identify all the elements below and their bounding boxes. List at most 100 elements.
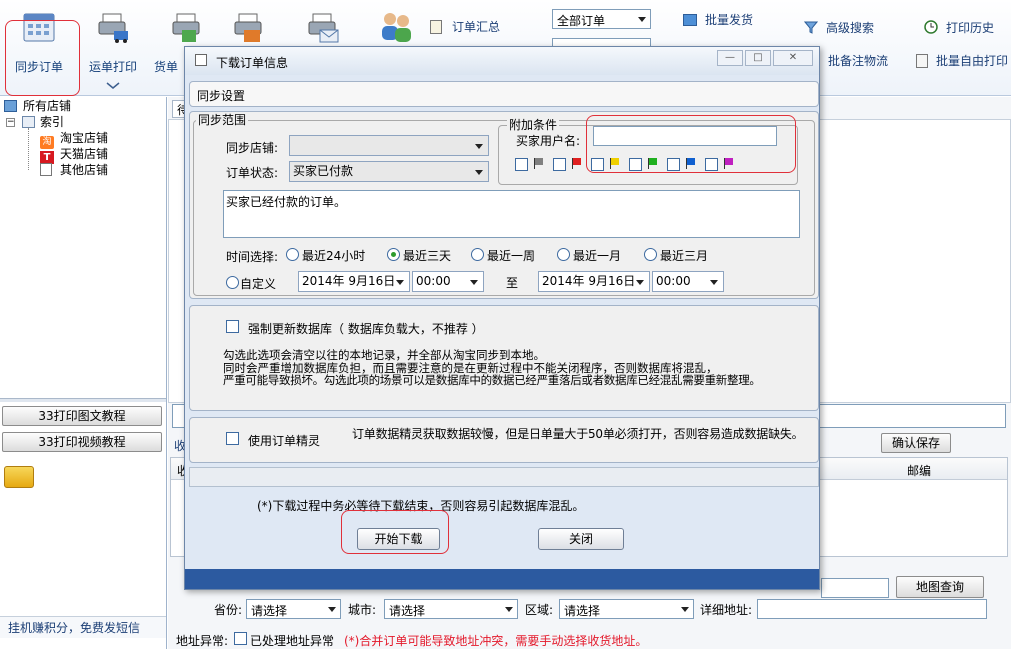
date-to-picker[interactable]: 2014年 9月16日	[538, 271, 650, 292]
table-icon	[22, 116, 35, 128]
all-shops-label: 所有店铺	[23, 99, 72, 113]
time-option-1month[interactable]: 最近一月	[557, 247, 637, 263]
batch-note-logistics-button[interactable]: 批备注物流	[828, 52, 908, 72]
use-elf-checkbox[interactable]	[226, 432, 239, 445]
force-update-checkbox[interactable]	[226, 320, 239, 333]
vip-card-icon[interactable]	[4, 466, 34, 488]
city-select[interactable]: 请选择	[384, 599, 518, 619]
map-query-label: 地图查询	[915, 580, 964, 594]
progress-bar-area	[189, 467, 819, 487]
waybill-print-button[interactable]: 运单打印	[84, 12, 142, 92]
city-label: 城市:	[348, 603, 377, 617]
order-status-select[interactable]: 买家已付款	[289, 161, 489, 182]
flag-checkbox-1[interactable]	[515, 158, 528, 171]
tree-item-all-shops[interactable]: 所有店铺	[4, 98, 71, 114]
extra-conditions-title: 附加条件	[507, 118, 560, 132]
batch-ship-button[interactable]: 批量发货	[683, 11, 783, 31]
batch-ship-label: 批量发货	[705, 13, 754, 27]
postcode-field[interactable]	[821, 578, 889, 598]
clock-icon	[924, 20, 938, 34]
order-filter-select[interactable]: 全部订单	[552, 9, 651, 29]
chevron-down-icon	[475, 170, 483, 175]
maximize-button[interactable]: □	[745, 50, 771, 66]
radio-3months[interactable]	[644, 248, 657, 261]
printer-box-icon[interactable]	[230, 12, 268, 44]
address-abnormal-label: 地址异常:	[176, 634, 229, 648]
status-description-text: 买家已经付款的订单。	[226, 195, 347, 209]
tree-item-taobao[interactable]: 淘淘宝店铺	[40, 130, 108, 149]
city-value: 请选择	[389, 604, 426, 618]
tutorial-video-button[interactable]: 33打印视频教程	[2, 432, 162, 452]
chevron-down-icon	[638, 17, 646, 22]
tutorial-text-button[interactable]: 33打印图文教程	[2, 406, 162, 426]
tutorial-video-label: 33打印视频教程	[38, 435, 126, 449]
time-to-select[interactable]: 00:00	[652, 271, 724, 292]
tree-item-other[interactable]: 其他店铺	[40, 162, 108, 178]
clipboard-icon	[430, 20, 442, 34]
buyer-name-label: 买家用户名:	[516, 134, 581, 148]
secondary-filter-select[interactable]	[552, 38, 651, 46]
district-label: 区域:	[525, 603, 554, 617]
time-from-select[interactable]: 00:00	[412, 271, 484, 292]
store-icon	[4, 100, 17, 112]
address-handled-checkbox[interactable]	[234, 632, 247, 645]
flag-icon	[572, 158, 582, 170]
date-to-value: 2014年 9月16日	[542, 274, 636, 288]
filter-icon	[803, 21, 819, 34]
earn-points-link[interactable]: 挂机赚积分，免费发短信	[0, 616, 166, 638]
chevron-down-icon	[396, 280, 404, 285]
confirm-save-button[interactable]: 确认保存	[881, 433, 951, 453]
dialog-title: 下载订单信息	[216, 56, 289, 70]
left-panel-divider	[0, 398, 166, 402]
dialog-title-bar[interactable]: 下载订单信息 — □ ✕	[185, 47, 819, 75]
users-icon[interactable]	[377, 10, 415, 44]
close-window-button[interactable]: ✕	[773, 50, 813, 66]
detail-address-field[interactable]	[757, 599, 987, 619]
batch-free-print-button[interactable]: 批量自由打印	[916, 52, 1011, 72]
other-shop-icon	[40, 163, 52, 176]
radio-24h[interactable]	[286, 248, 299, 261]
confirm-save-label: 确认保存	[891, 436, 940, 450]
order-status-label: 订单状态:	[226, 166, 279, 180]
district-select[interactable]: 请选择	[559, 599, 694, 619]
time-option-custom[interactable]: 自定义	[226, 275, 286, 291]
flag-checkbox-2[interactable]	[553, 158, 566, 171]
radio-custom[interactable]	[226, 276, 239, 289]
time-option-24h-label: 最近24小时	[302, 249, 366, 263]
map-query-button[interactable]: 地图查询	[896, 576, 984, 598]
sync-range-title: 同步范围	[196, 113, 249, 127]
earn-points-label: 挂机赚积分，免费发短信	[8, 621, 141, 635]
print-history-button[interactable]: 打印历史	[924, 19, 1010, 39]
buyer-name-highlight	[586, 115, 796, 173]
address-handled-label: 已处理地址异常	[250, 634, 335, 648]
close-dialog-button[interactable]: 关闭	[538, 528, 624, 550]
sync-settings-label: 同步设置	[197, 89, 246, 103]
force-desc-line-3: 严重可能导致损坏。勾选此项的场景可以是数据库中的数据已经严重落后或者数据库已经混…	[223, 373, 761, 387]
close-dialog-label: 关闭	[568, 532, 593, 546]
waybill-print-label: 运单打印	[88, 60, 137, 74]
time-option-1week[interactable]: 最近一周	[471, 247, 551, 263]
time-option-24h[interactable]: 最近24小时	[286, 247, 381, 263]
time-option-1month-label: 最近一月	[573, 249, 622, 263]
district-value: 请选择	[564, 604, 601, 618]
minimize-button[interactable]: —	[717, 50, 743, 66]
custom-label: 自定义	[240, 277, 277, 291]
time-option-3months[interactable]: 最近三月	[644, 247, 724, 263]
province-select[interactable]: 请选择	[246, 599, 341, 619]
tree-item-tmall[interactable]: T 天猫店铺	[40, 146, 108, 164]
time-option-3days[interactable]: 最近三天	[387, 247, 467, 263]
chevron-down-icon	[710, 280, 718, 285]
tree-collapse-toggle[interactable]: −	[6, 118, 15, 127]
order-summary-button[interactable]: 订单汇总	[430, 18, 520, 38]
flag-cloth	[535, 158, 543, 165]
radio-3days[interactable]	[387, 248, 400, 261]
radio-1month[interactable]	[557, 248, 570, 261]
status-description-box: 买家已经付款的订单。	[223, 190, 800, 238]
sync-shop-select[interactable]	[289, 135, 489, 156]
printer-mail-icon[interactable]	[304, 12, 342, 44]
merge-warning-text: (*)合并订单可能导致地址冲突，需要手动选择收货地址。	[344, 634, 648, 648]
radio-1week[interactable]	[471, 248, 484, 261]
advanced-search-button[interactable]: 高级搜索	[803, 19, 904, 39]
dialog-status-strip	[185, 569, 819, 589]
date-from-picker[interactable]: 2014年 9月16日	[298, 271, 410, 292]
